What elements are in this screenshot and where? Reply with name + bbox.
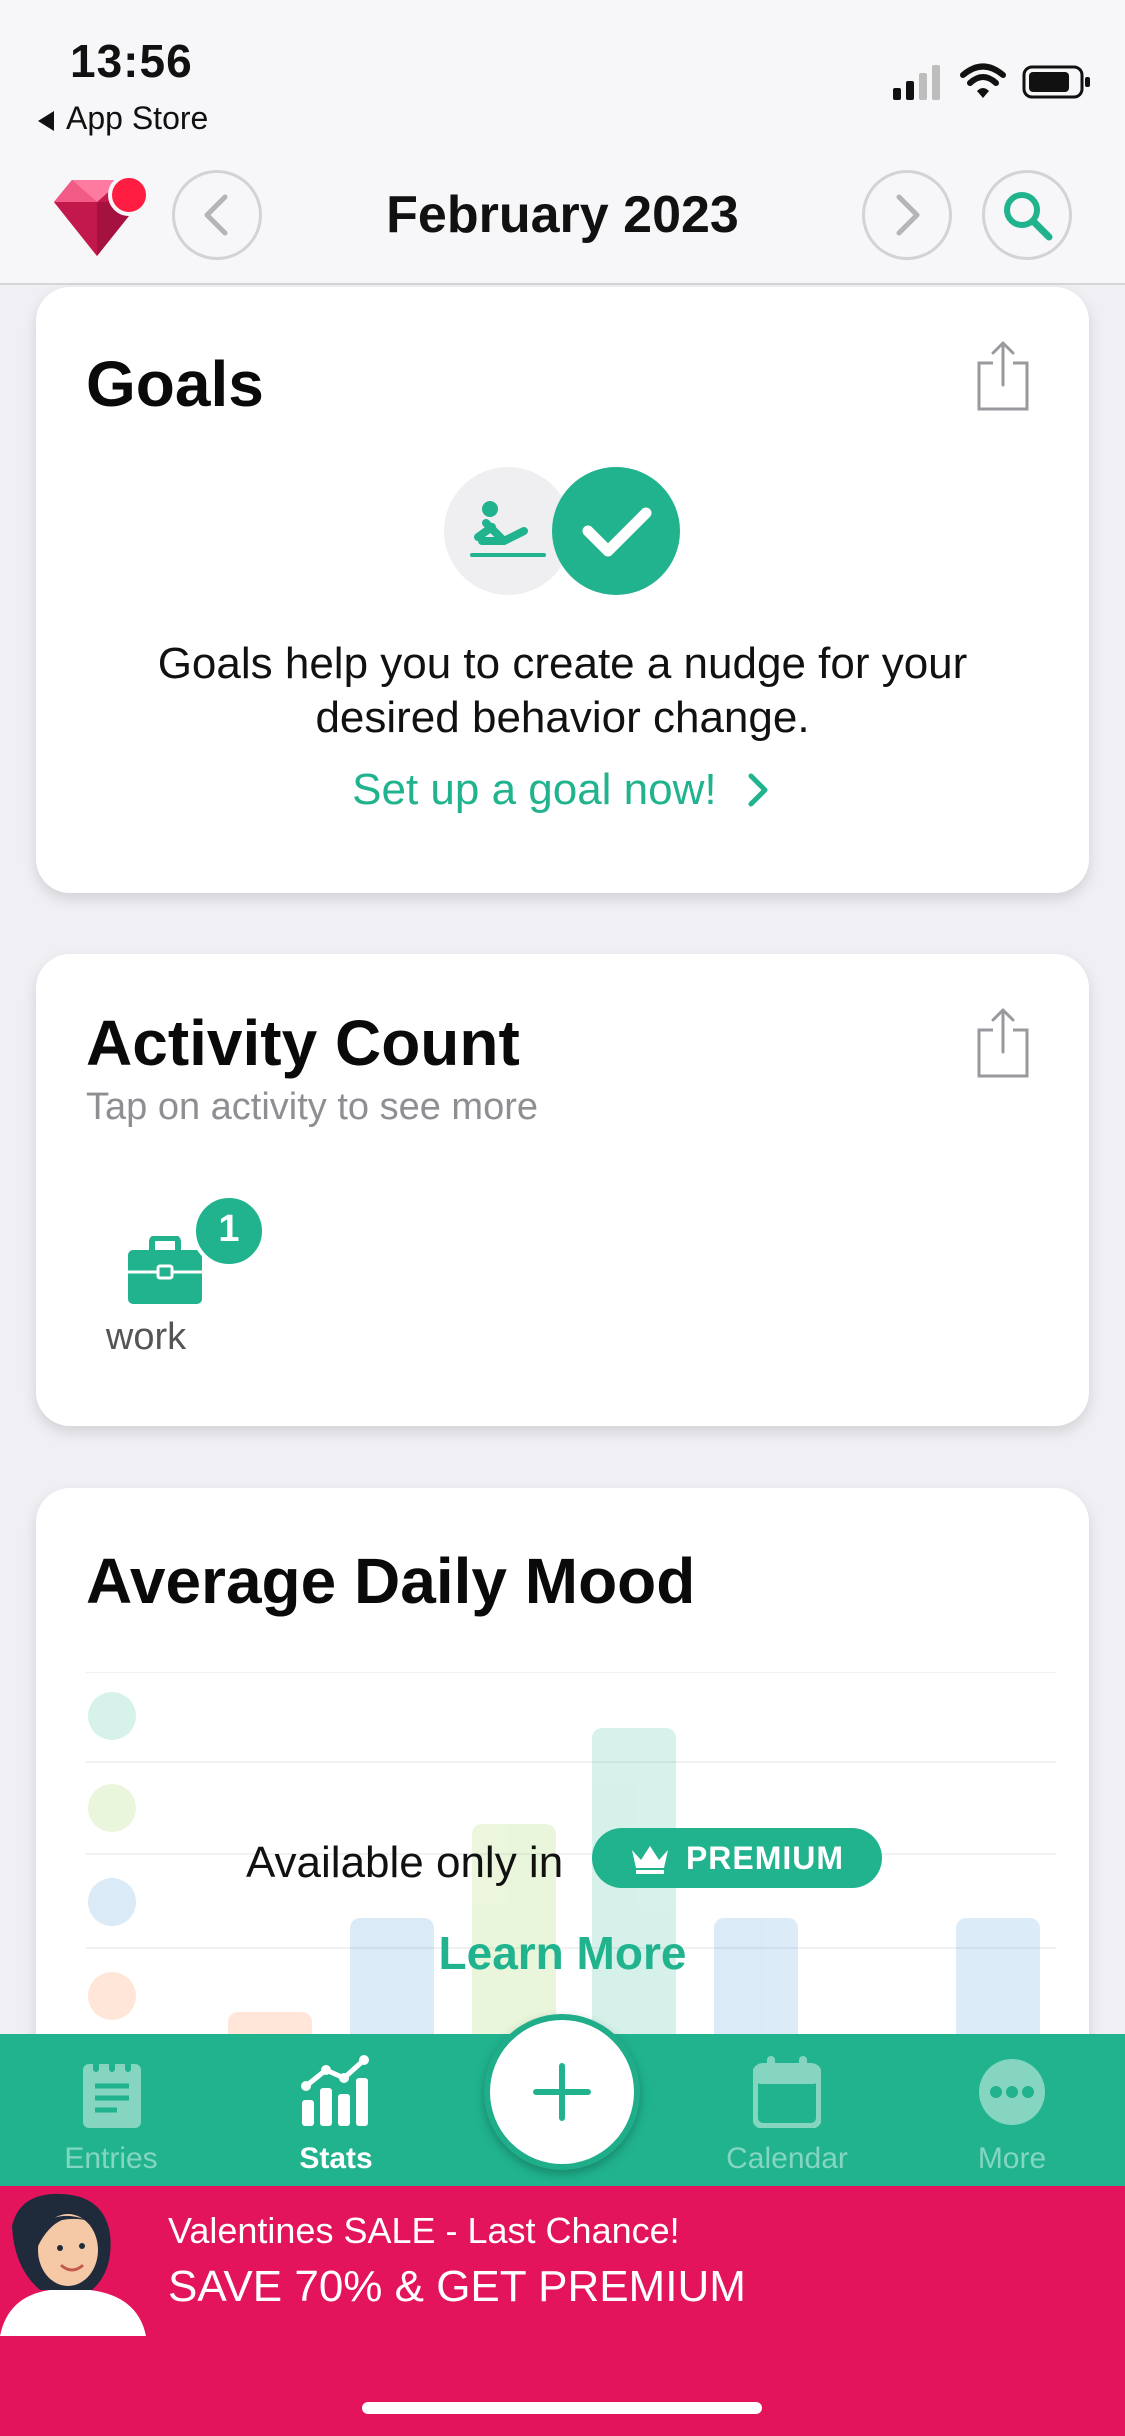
crown-icon	[631, 1846, 668, 1874]
average-daily-mood-title: Average Daily Mood	[86, 1545, 696, 1617]
back-app-label: App Store	[66, 100, 209, 136]
activity-count-title: Activity Count	[86, 1007, 520, 1079]
plus-icon	[533, 2063, 591, 2121]
promo-banner[interactable]: Valentines SALE - Last Chance! SAVE 70% …	[0, 2186, 1125, 2436]
activity-count-card: Activity Count Tap on activity to see mo…	[36, 954, 1089, 1426]
chart-icon	[301, 2055, 369, 2126]
back-triangle-icon	[38, 110, 54, 131]
ellipsis-icon	[979, 2059, 1045, 2125]
tab-stats[interactable]: Stats	[246, 2034, 426, 2186]
goals-description: Goals help you to create a nudge for you…	[157, 639, 968, 742]
tab-calendar-label: Calendar	[726, 2142, 848, 2175]
activity-count-subtitle: Tap on activity to see more	[86, 1086, 538, 1128]
premium-badge[interactable]: PREMIUM	[592, 1828, 882, 1888]
available-only-in-text: Available only in	[246, 1838, 564, 1887]
calendar-icon	[753, 2056, 821, 2128]
tab-more-label: More	[977, 2142, 1047, 2175]
back-to-app-store[interactable]: App Store	[38, 100, 208, 137]
month-title: February 2023	[386, 186, 739, 244]
activity-label: work	[105, 1316, 187, 1358]
next-month-button[interactable]	[862, 170, 952, 260]
premium-label: PREMIUM	[685, 1839, 845, 1876]
wifi-icon	[960, 63, 1006, 98]
tab-entries-label: Entries	[64, 2142, 158, 2175]
cellular-signal-icon	[893, 65, 940, 100]
goals-card: Goals Goals help you to create a nudge f…	[36, 287, 1089, 893]
battery-icon	[1022, 65, 1090, 99]
tab-calendar[interactable]: Calendar	[697, 2034, 877, 2186]
add-entry-button[interactable]	[484, 2014, 640, 2170]
promo-offer: SAVE 70% & GET PREMIUM	[168, 2262, 746, 2311]
home-indicator	[362, 2402, 762, 2414]
goals-illustration-icon	[444, 467, 680, 595]
woman-avatar-icon	[0, 2193, 146, 2336]
setup-goal-label: Set up a goal now!	[352, 765, 717, 814]
share-icon[interactable]	[975, 339, 1031, 411]
notification-dot	[108, 174, 150, 216]
notepad-icon	[83, 2058, 141, 2128]
setup-goal-link[interactable]: Set up a goal now!	[36, 765, 1089, 815]
chevron-right-icon	[896, 194, 920, 236]
tab-entries[interactable]: Entries	[21, 2034, 201, 2186]
share-icon[interactable]	[975, 1006, 1031, 1078]
search-icon	[1004, 192, 1053, 241]
promo-headline: Valentines SALE - Last Chance!	[168, 2210, 680, 2251]
chevron-right-icon	[748, 773, 768, 807]
previous-month-button[interactable]	[172, 170, 262, 260]
chevron-left-icon	[204, 194, 228, 236]
activity-count-badge: 1	[192, 1194, 266, 1268]
learn-more-link[interactable]: Learn More	[36, 1926, 1089, 1980]
tab-more[interactable]: More	[922, 2034, 1102, 2186]
search-button[interactable]	[982, 170, 1072, 260]
status-time: 13:56	[70, 35, 193, 87]
goals-title: Goals	[86, 348, 264, 420]
briefcase-icon	[128, 1236, 202, 1304]
tab-stats-label: Stats	[299, 2142, 373, 2175]
